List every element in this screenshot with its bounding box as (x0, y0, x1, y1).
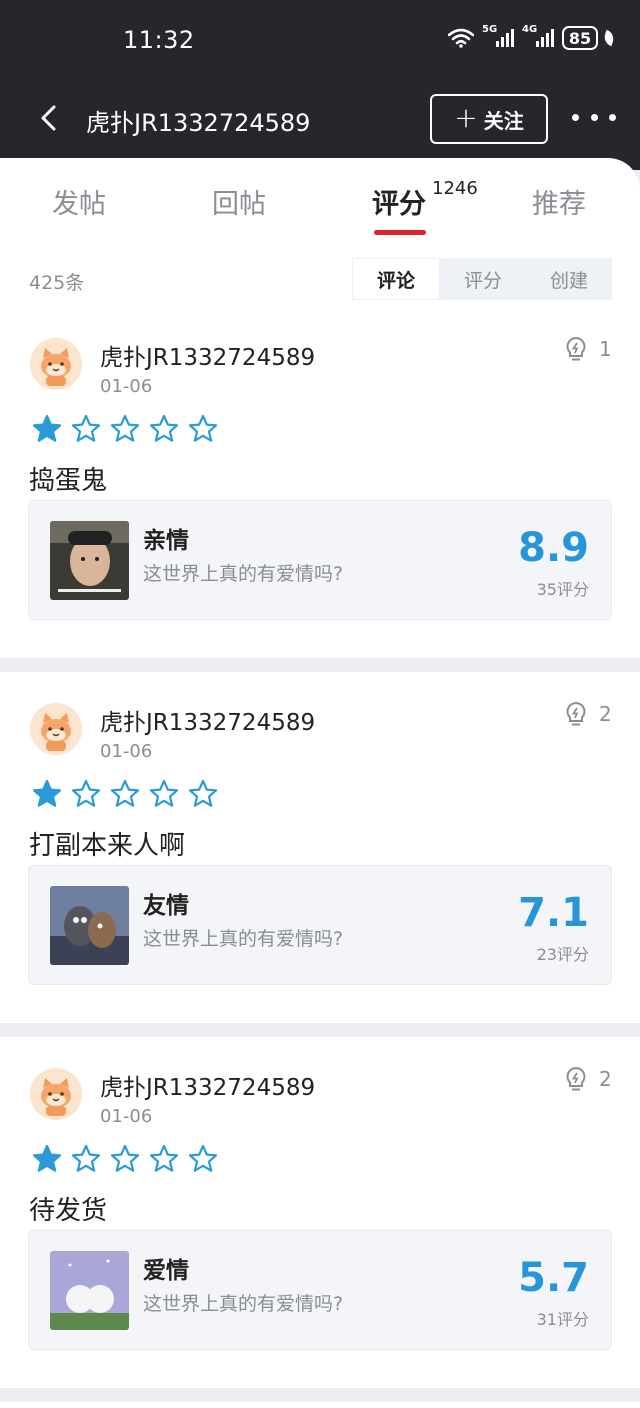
filter-segmented-control: 评论 评分 创建 (352, 258, 612, 300)
app-header: 11:32 5G 4G 85 虎扑JR1332724589 + 关注 (0, 0, 640, 170)
tab-label: 回帖 (212, 189, 266, 220)
cat-avatar-icon (30, 338, 82, 390)
item-title: 亲情 (143, 528, 189, 554)
post-divider (0, 658, 640, 672)
active-tab-indicator (374, 230, 426, 235)
star-empty-icon (188, 779, 218, 813)
signal-5g-icon: 5G (482, 24, 514, 47)
more-dot (609, 114, 616, 121)
lightbulb-icon (566, 336, 586, 361)
item-score: 7.1 (518, 890, 589, 936)
avatar[interactable] (30, 703, 82, 755)
tab-replies[interactable]: 回帖 (212, 182, 266, 221)
post-item[interactable]: 虎扑JR1332724589 01-06 2 打副本来人啊 友情 这世界上真的有… (0, 687, 640, 1023)
item-subtitle: 这世界上真的有爱情吗? (143, 563, 344, 585)
more-dot (590, 114, 598, 121)
username[interactable]: 虎扑JR1332724589 (100, 338, 315, 372)
power-saving-leaf-icon (601, 29, 617, 47)
comment-text: 待发货 (29, 1196, 108, 1226)
item-thumbnail (50, 886, 129, 965)
tab-bar: 发帖 回帖 评分 1246 推荐 (0, 158, 640, 242)
comment-text: 捣蛋鬼 (29, 466, 108, 496)
star-filled-icon (32, 1144, 62, 1178)
username[interactable]: 虎扑JR1332724589 (100, 1068, 315, 1102)
item-score: 8.9 (518, 525, 589, 571)
star-filled-icon (32, 414, 62, 448)
star-empty-icon (149, 414, 179, 448)
light-count: 1 (599, 337, 612, 361)
avatar[interactable] (30, 1068, 82, 1120)
username[interactable]: 虎扑JR1332724589 (100, 703, 315, 737)
post-date: 01-06 (100, 376, 153, 397)
segment-comments[interactable]: 评论 (352, 258, 440, 300)
light-button[interactable]: 1 (565, 336, 612, 362)
page-title: 虎扑JR1332724589 (86, 109, 311, 137)
item-subtitle: 这世界上真的有爱情吗? (143, 1293, 344, 1315)
lightbulb-icon (566, 701, 586, 726)
status-time: 11:32 (123, 26, 195, 54)
post-item[interactable]: 虎扑JR1332724589 01-06 1 捣蛋鬼 亲情 这世界上真的有爱情吗… (0, 322, 640, 658)
light-count: 2 (599, 702, 612, 726)
star-filled-icon (32, 779, 62, 813)
post-date: 01-06 (100, 741, 153, 762)
tab-label: 评分 (372, 189, 426, 220)
light-button[interactable]: 2 (565, 1066, 612, 1092)
tab-posts[interactable]: 发帖 (52, 182, 106, 221)
item-vote-count: 31评分 (536, 1310, 589, 1329)
rated-item-card[interactable]: 友情 这世界上真的有爱情吗? 7.1 23评分 (28, 865, 612, 985)
tab-recommended[interactable]: 推荐 (532, 182, 586, 221)
item-vote-count: 35评分 (536, 580, 589, 599)
back-arrow-icon[interactable] (38, 104, 60, 132)
wifi-icon (448, 28, 474, 48)
lightbulb-icon (566, 1066, 586, 1091)
more-options-button[interactable] (572, 114, 616, 124)
item-vote-count: 23评分 (536, 945, 589, 964)
item-thumbnail (50, 521, 129, 600)
tab-rating-count: 1246 (432, 178, 478, 199)
follow-button[interactable]: + 关注 (430, 94, 548, 144)
item-title: 爱情 (143, 1258, 189, 1284)
star-rating (32, 779, 218, 813)
rated-item-card[interactable]: 爱情 这世界上真的有爱情吗? 5.7 31评分 (28, 1230, 612, 1350)
tab-label: 发帖 (52, 189, 106, 220)
star-empty-icon (71, 1144, 101, 1178)
star-empty-icon (110, 1144, 140, 1178)
tab-label: 推荐 (532, 189, 586, 220)
battery-indicator: 85 (562, 26, 598, 50)
follow-label: 关注 (483, 108, 524, 133)
item-subtitle: 这世界上真的有爱情吗? (143, 928, 344, 950)
star-empty-icon (188, 414, 218, 448)
signal-4g-icon: 4G (522, 24, 554, 47)
star-empty-icon (110, 414, 140, 448)
post-divider (0, 1388, 640, 1402)
segment-created[interactable]: 创建 (526, 258, 612, 300)
comment-text: 打副本来人啊 (29, 831, 186, 861)
post-divider (0, 1023, 640, 1037)
star-empty-icon (188, 1144, 218, 1178)
star-empty-icon (71, 779, 101, 813)
more-dot (572, 114, 579, 121)
star-empty-icon (110, 779, 140, 813)
item-thumbnail (50, 1251, 129, 1330)
post-item[interactable]: 虎扑JR1332724589 01-06 2 待发货 爱情 这世界上真的有爱情吗… (0, 1052, 640, 1388)
avatar[interactable] (30, 338, 82, 390)
star-empty-icon (149, 1144, 179, 1178)
star-rating (32, 1144, 218, 1178)
status-icons: 5G 4G 85 (448, 24, 617, 50)
item-title: 友情 (143, 893, 189, 919)
post-date: 01-06 (100, 1106, 153, 1127)
item-score: 5.7 (518, 1255, 589, 1301)
star-empty-icon (149, 779, 179, 813)
star-rating (32, 414, 218, 448)
plus-icon: + (454, 100, 478, 134)
light-button[interactable]: 2 (565, 701, 612, 727)
cat-avatar-icon (30, 1068, 82, 1120)
rated-item-card[interactable]: 亲情 这世界上真的有爱情吗? 8.9 35评分 (28, 500, 612, 620)
segment-ratings[interactable]: 评分 (440, 258, 526, 300)
light-count: 2 (599, 1067, 612, 1091)
tab-ratings[interactable]: 评分 1246 (372, 178, 478, 221)
cat-avatar-icon (30, 703, 82, 755)
result-count: 425条 (29, 272, 85, 294)
star-empty-icon (71, 414, 101, 448)
